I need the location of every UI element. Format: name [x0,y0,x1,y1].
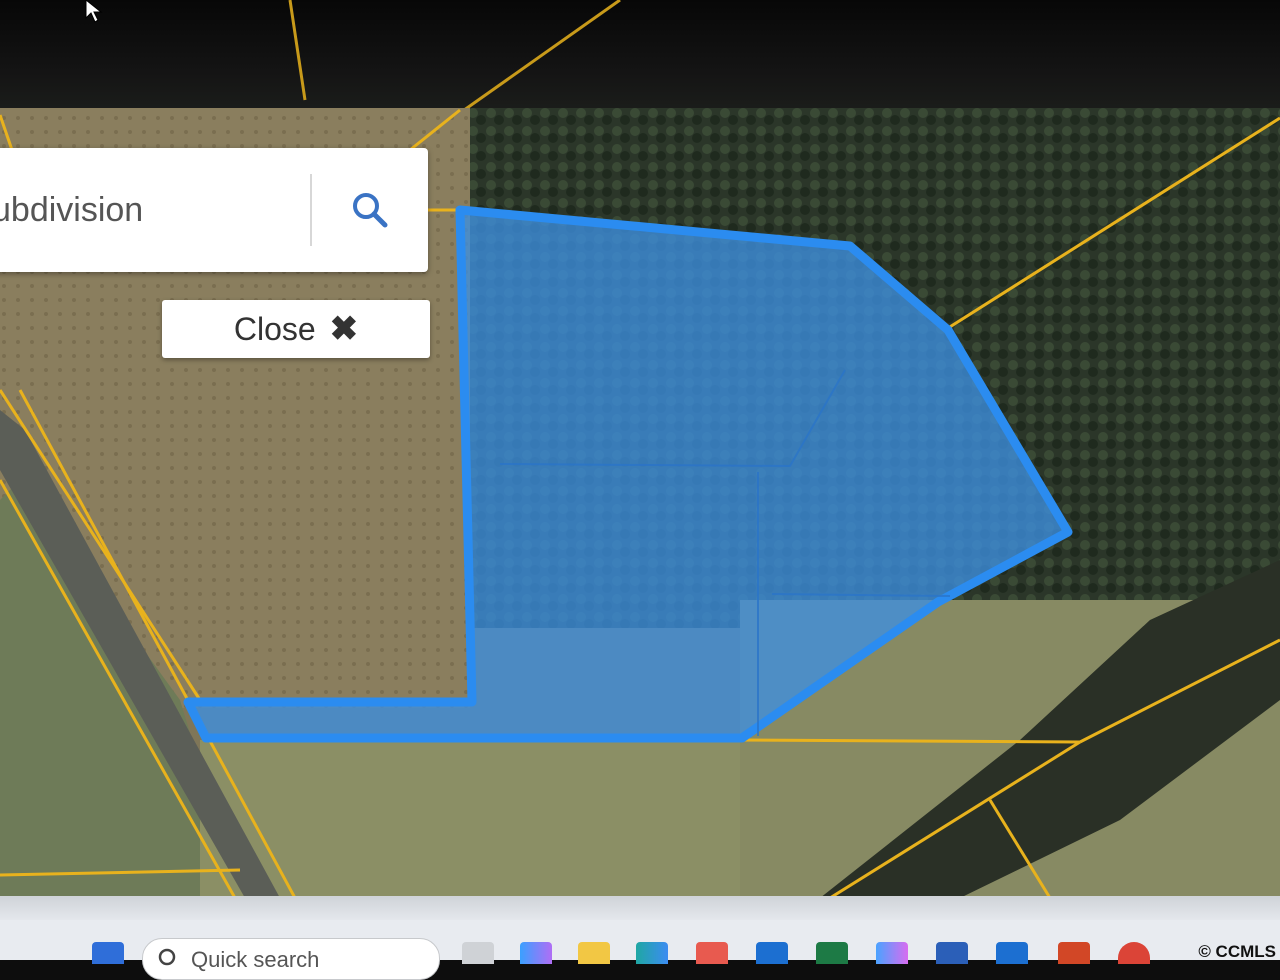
copilot-icon[interactable] [520,942,552,964]
close-button[interactable]: Close ✖ [162,300,430,358]
crop-field [200,740,760,898]
watermark-copyright: © CCMLS [1198,942,1276,961]
taskbar-search[interactable]: Quick search [142,938,440,980]
mouse-cursor-icon [85,0,103,23]
search-icon [353,193,388,228]
bezel-line [449,0,621,120]
bezel-parcel-lines [288,0,621,120]
close-button-label: Close [233,310,316,347]
screen-edge [0,896,1280,922]
file-icon[interactable] [462,942,494,964]
excel-icon[interactable] [816,942,848,964]
powerpoint-icon[interactable] [1058,942,1090,964]
outlook-new-icon[interactable] [996,942,1028,964]
edge-icon[interactable] [636,942,668,964]
monitor-bezel [0,0,1280,120]
store-icon[interactable] [696,942,728,964]
file-explorer-icon[interactable] [578,942,610,964]
search-divider [310,174,312,246]
copilot-alt-icon[interactable] [876,942,908,964]
start-icon[interactable] [92,942,124,964]
search-box: ubdivision [0,148,428,272]
taskbar-search-icon [158,948,176,966]
outlook-icon[interactable] [756,942,788,964]
search-button[interactable] [320,168,420,252]
word-icon[interactable] [936,942,968,964]
search-input[interactable]: ubdivision [0,148,300,272]
close-icon: ✖ [329,310,359,348]
taskbar-search-placeholder: Quick search [191,947,320,972]
bezel-line [288,0,307,101]
